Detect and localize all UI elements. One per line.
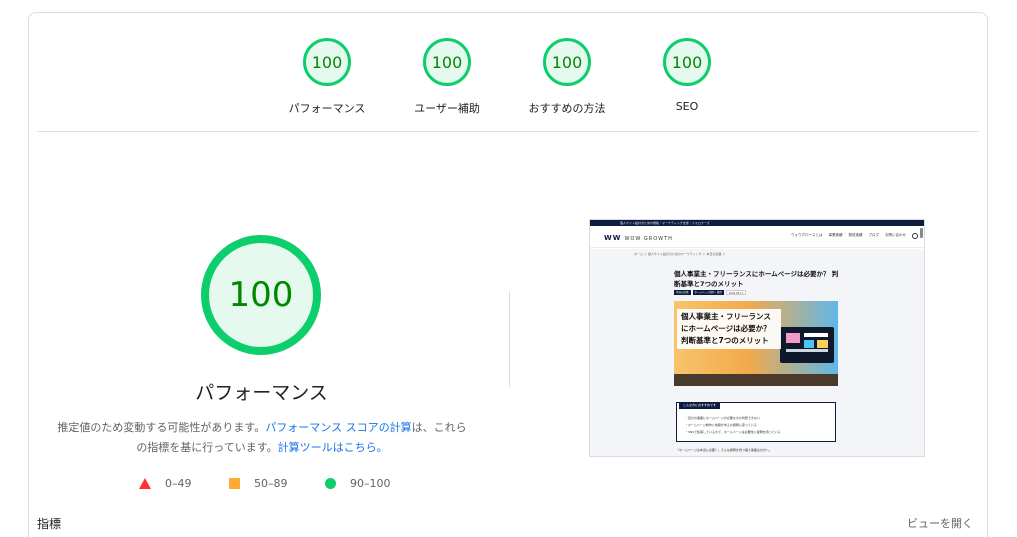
thumb-nav-item: 事業実績 — [828, 233, 843, 237]
score-ring: 100 — [663, 38, 711, 86]
category-gauges: 100 パフォーマンス 100 ユーザー補助 100 おすすめの方法 100 S… — [29, 13, 987, 133]
desc-text: 推定値のため変動する可能性があります。 — [57, 421, 266, 434]
gauge-label: SEO — [675, 100, 699, 113]
thumb-hero-image: 個人事業主・フリーランスにホームページは必要か？判断基準と7つのメリット — [674, 301, 838, 386]
divider — [37, 131, 979, 132]
score-ring: 100 — [423, 38, 471, 86]
gauge-performance[interactable]: 100 パフォーマンス — [267, 38, 387, 116]
thumb-desk — [674, 374, 838, 386]
logo-mark: WW — [604, 234, 622, 242]
thumb-header: WW WOW GROWTH ウォウグロースとは 事業実績 発信実績 ブログ お問い… — [590, 226, 924, 248]
report-card: 100 パフォーマンス 100 ユーザー補助 100 おすすめの方法 100 S… — [28, 12, 988, 537]
square-icon — [229, 478, 240, 489]
legend-average: 50–89 — [229, 477, 288, 490]
score-legend: 0–49 50–89 90–100 — [29, 477, 489, 495]
triangle-icon — [139, 478, 151, 489]
thumb-nav-item: ウォウグロースとは — [791, 233, 823, 237]
thumb-box-line: ・SNSで集客しているので、ホームページは必要性に疑問を持っている — [685, 430, 781, 434]
thumb-nav-item: ブログ — [868, 233, 880, 237]
thumb-nav-item: お問い合わせ — [885, 233, 906, 237]
score-calc-link[interactable]: パフォーマンス スコアの計算 — [265, 421, 411, 434]
calculator-link[interactable]: 計算ツールはこちら。 — [278, 441, 388, 454]
gauge-accessibility[interactable]: 100 ユーザー補助 — [387, 38, 507, 116]
performance-description: 推定値のため変動する可能性があります。パフォーマンス スコアの計算は、これらの指… — [57, 418, 467, 458]
gauge-label: おすすめの方法 — [528, 102, 606, 115]
thumb-tags: 本日の記事 ホームページ制作・運営 2024.05.17 — [674, 290, 747, 295]
logo-text: WOW GROWTH — [624, 236, 673, 242]
performance-score: 100 — [228, 275, 294, 315]
thumb-nav: ウォウグロースとは 事業実績 発信実績 ブログ お問い合わせ — [791, 233, 906, 238]
gauge-label: パフォーマンス — [288, 102, 366, 115]
thumb-headline: 個人事業主・フリーランスにホームページは必要か？ 判断基準と7つのメリット — [674, 270, 839, 288]
gauge-seo[interactable]: 100 SEO — [627, 38, 747, 113]
thumb-box-line: ・ホームページ制作に依頼があるか疑問に思っている — [685, 423, 757, 427]
legend-range: 90–100 — [350, 477, 391, 490]
legend-range: 50–89 — [254, 477, 288, 490]
thumb-hero-text: 個人事業主・フリーランスにホームページは必要か？判断基準と7つのメリット — [677, 309, 781, 349]
legend-pass: 90–100 — [325, 477, 391, 490]
final-screenshot-thumbnail[interactable]: 個人サイト設計のための規格・マーケティング支援｜フォロワーズ WW WOW GRO… — [589, 219, 925, 457]
thumb-date: 2024.05.17 — [725, 290, 747, 295]
thumb-foot-text: 「ホームページは本当に必要？」そんな疑問を持つ個人事業主の方へ。 — [676, 448, 772, 452]
search-icon — [912, 233, 918, 239]
thumb-logo: WW WOW GROWTH — [604, 234, 673, 242]
thumb-box-line: ・自分の事業にホームページが必要なのか判断できない — [685, 416, 760, 420]
performance-title: パフォーマンス — [195, 382, 328, 404]
vertical-divider — [509, 291, 510, 387]
circle-icon — [325, 478, 336, 489]
thumb-tag: 本日の記事 — [674, 290, 691, 295]
monitor-icon — [780, 327, 834, 363]
thumb-body: ホーム ＞ 個人サイト設計のためのマーケティング ＞ 本日の記事 ＞ 個人事業主… — [590, 249, 924, 456]
thumb-tag: ホームページ制作・運営 — [692, 290, 724, 295]
score-ring: 100 — [303, 38, 351, 86]
expand-view-toggle[interactable]: ビューを開く — [907, 515, 973, 531]
legend-fail: 0–49 — [139, 477, 192, 490]
legend-range: 0–49 — [165, 477, 192, 490]
thumb-breadcrumb: ホーム ＞ 個人サイト設計のためのマーケティング ＞ 本日の記事 ＞ — [634, 252, 726, 256]
thumb-recommend-box: こんな方におすすめです ・自分の事業にホームページが必要なのか判断できない ・ホ… — [676, 402, 836, 442]
gauge-best-practices[interactable]: 100 おすすめの方法 — [507, 38, 627, 116]
metrics-heading: 指標 — [37, 517, 62, 531]
thumb-scrollbar — [920, 228, 923, 238]
performance-score-gauge: 100 — [201, 235, 321, 355]
thumb-nav-item: 発信実績 — [848, 233, 863, 237]
thumb-box-title: こんな方におすすめです — [679, 402, 721, 409]
gauge-label: ユーザー補助 — [414, 102, 480, 115]
score-ring: 100 — [543, 38, 591, 86]
